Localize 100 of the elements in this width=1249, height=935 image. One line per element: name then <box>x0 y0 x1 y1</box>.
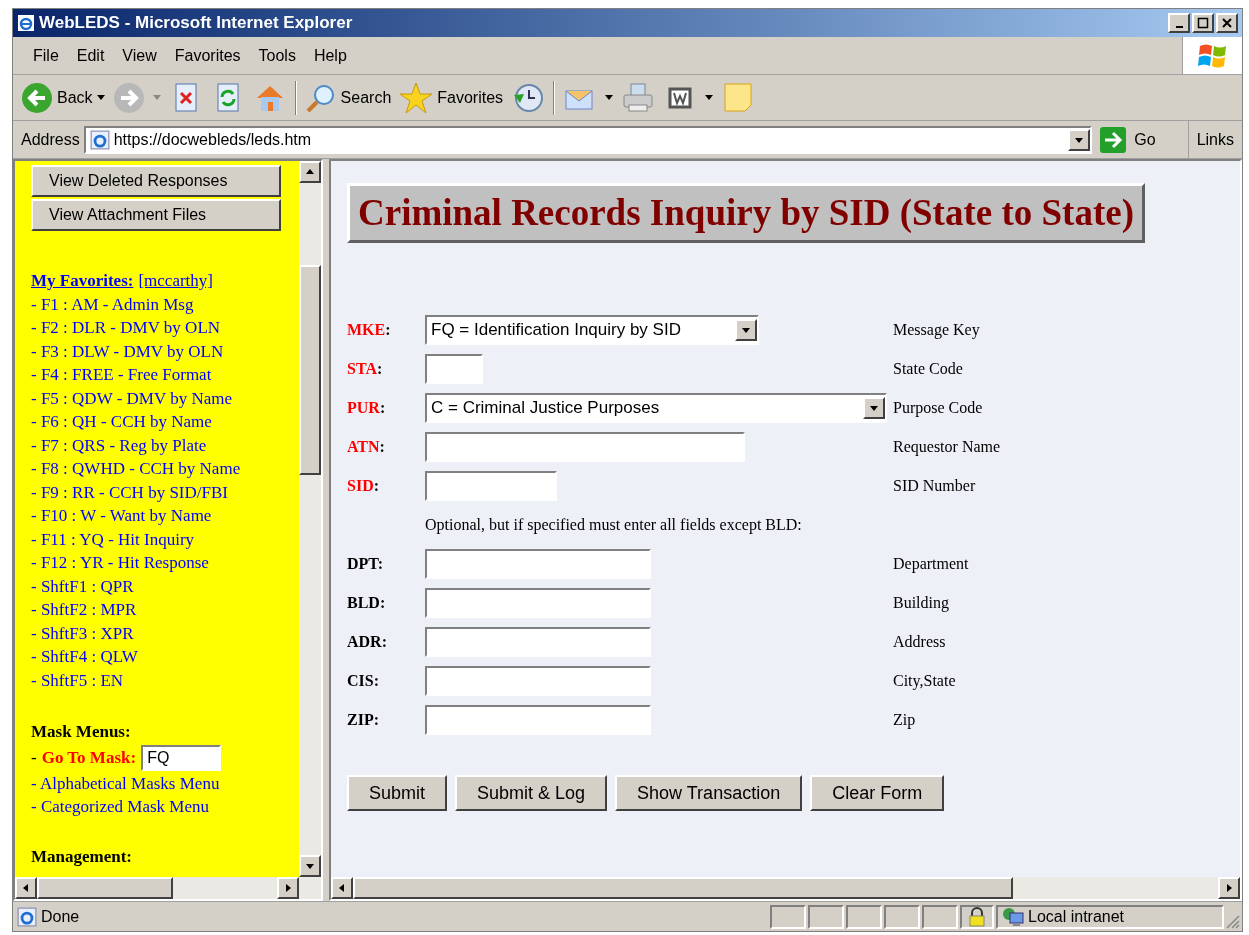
favorite-link[interactable]: - F2 : DLR - DMV by OLN <box>31 316 299 340</box>
search-button[interactable]: Search <box>304 81 392 114</box>
dropdown-button[interactable] <box>735 319 757 341</box>
favorite-link[interactable]: - F4 : FREE - Free Format <box>31 363 299 387</box>
maximize-button[interactable] <box>1192 13 1214 33</box>
field-description: Message Key <box>893 320 980 341</box>
resize-grip-icon[interactable] <box>1224 913 1240 929</box>
field-label: SID: <box>347 477 379 494</box>
dash: - <box>31 746 37 769</box>
form-button[interactable]: Clear Form <box>810 775 945 811</box>
scroll-down-button[interactable] <box>299 855 321 877</box>
field-label: ZIP: <box>347 711 379 728</box>
instruction-text: Optional, but if specified must enter all fields except BLD: <box>425 515 802 536</box>
go-button[interactable]: Go <box>1096 126 1160 153</box>
dropdown-button[interactable] <box>863 397 885 419</box>
text-field[interactable] <box>425 705 651 735</box>
menu-item[interactable]: Edit <box>68 43 113 68</box>
menu-item[interactable]: Favorites <box>166 43 249 68</box>
text-field[interactable] <box>425 666 651 696</box>
field-description: Building <box>893 593 949 614</box>
favorite-link[interactable]: - F7 : QRS - Reg by Plate <box>31 433 299 457</box>
scrollbar-thumb[interactable] <box>37 877 173 899</box>
menu-item[interactable]: File <box>25 43 67 68</box>
favorite-link[interactable]: - F1 : AM - Admin Msg <box>31 292 299 316</box>
minimize-button[interactable] <box>1168 13 1190 33</box>
back-button[interactable]: Back <box>21 81 105 114</box>
lock-icon <box>968 906 986 927</box>
favorite-link[interactable]: - F11 : YQ - Hit Inquiry <box>31 527 299 551</box>
field-description: Address <box>893 632 946 652</box>
caret-icon <box>96 95 105 100</box>
form-button[interactable]: Submit <box>347 775 448 811</box>
favorite-link[interactable]: - ShftF5 : EN <box>31 668 299 692</box>
sidebar-button[interactable]: View Attachment Files <box>31 199 281 231</box>
favorite-link[interactable]: - F8 : QWHD - CCH by Name <box>31 457 299 481</box>
favorite-link[interactable]: - F5 : QDW - DMV by Name <box>31 386 299 410</box>
select-field[interactable]: C = Criminal Justice Purposes <box>425 393 887 423</box>
scroll-right-button[interactable] <box>277 877 299 899</box>
scroll-left-button[interactable] <box>15 877 37 899</box>
field-label: ATN: <box>347 438 385 455</box>
scroll-up-button[interactable] <box>299 161 321 183</box>
select-field[interactable]: FQ = Identification Inquiry by SID <box>425 315 759 345</box>
text-field[interactable] <box>425 588 651 618</box>
scrollbar-thumb[interactable] <box>299 265 321 475</box>
menu-item[interactable]: Help <box>305 43 355 68</box>
text-field[interactable] <box>425 627 651 657</box>
close-button[interactable] <box>1216 13 1238 33</box>
page-icon <box>17 906 37 927</box>
field-description: Zip <box>893 710 916 731</box>
mask-menu-link[interactable]: - Categorized Mask Menu <box>31 795 299 819</box>
field-label: ADR: <box>347 633 387 650</box>
network-icon <box>1002 906 1024 927</box>
form-button[interactable]: Show Transaction <box>615 775 803 811</box>
form-title: Criminal Records Inquiry by SID (State to State) <box>347 183 1145 243</box>
dropdown-button[interactable] <box>1068 128 1091 151</box>
address-label: Address <box>21 129 80 150</box>
field-label: PUR: <box>347 399 386 416</box>
favorite-link[interactable]: - ShftF2 : MPR <box>31 598 299 622</box>
text-field[interactable] <box>425 471 557 501</box>
favorite-link[interactable]: - F9 : RR - CCH by SID/FBI <box>31 480 299 504</box>
status-text: Done <box>41 906 81 927</box>
scroll-left-button[interactable] <box>331 877 353 899</box>
favorite-link[interactable]: - F3 : DLW - DMV by OLN <box>31 339 299 363</box>
page-icon <box>89 129 110 150</box>
horizontal-scrollbar[interactable] <box>15 877 321 899</box>
text-field[interactable] <box>425 432 745 462</box>
caret-icon[interactable] <box>705 95 714 100</box>
close-icon <box>1221 17 1233 29</box>
favorite-link[interactable]: - ShftF3 : XPR <box>31 621 299 645</box>
scroll-right-button[interactable] <box>1218 877 1240 899</box>
field-label: STA: <box>347 360 383 377</box>
address-field[interactable]: https://docwebleds/leds.htm <box>83 125 1093 154</box>
sidebar-button[interactable]: View Deleted Responses <box>31 165 281 197</box>
favorites-button[interactable]: Favorites <box>399 81 504 114</box>
field-description: Department <box>893 554 969 575</box>
status-panel <box>922 904 958 929</box>
favorites-link[interactable]: My Favorites: <box>31 269 134 293</box>
favorite-link[interactable]: - ShftF4 : QLW <box>31 645 299 669</box>
mask-menu-link[interactable]: - Alphabetical Masks Menu <box>31 771 299 795</box>
caret-icon[interactable] <box>605 95 614 100</box>
section-heading: Management: <box>31 845 134 868</box>
horizontal-scrollbar[interactable] <box>331 877 1240 899</box>
form-button[interactable]: Submit & Log <box>455 775 608 811</box>
favorite-link[interactable]: - F6 : QH - CCH by Name <box>31 410 299 434</box>
user-link[interactable]: [mccarthy] <box>138 269 213 293</box>
vertical-scrollbar[interactable] <box>299 161 321 877</box>
zone-text: Local intranet <box>1028 906 1125 927</box>
go-to-mask-label: Go To Mask: <box>41 746 137 769</box>
text-field[interactable] <box>425 549 651 579</box>
mask-input[interactable]: FQ <box>141 744 222 771</box>
field-description: Purpose Code <box>893 398 983 419</box>
menu-item[interactable]: Tools <box>250 43 304 68</box>
maximize-icon <box>1197 17 1209 29</box>
favorite-link[interactable]: - F12 : YR - Hit Response <box>31 551 299 575</box>
menu-item[interactable]: View <box>114 43 165 68</box>
favorite-link[interactable]: - F10 : W - Want by Name <box>31 504 299 528</box>
text-field[interactable] <box>425 354 483 384</box>
status-panel <box>884 904 920 929</box>
scrollbar-thumb[interactable] <box>353 877 1013 899</box>
links-button[interactable]: Links <box>1187 121 1242 158</box>
favorite-link[interactable]: - ShftF1 : QPR <box>31 574 299 598</box>
